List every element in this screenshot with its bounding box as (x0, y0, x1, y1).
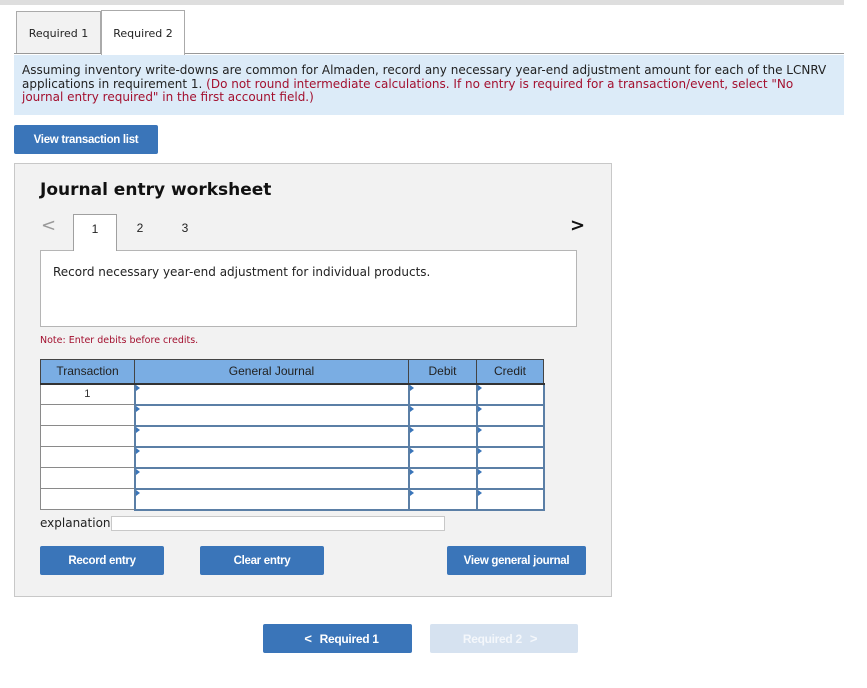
column-header-general-journal: General Journal (134, 359, 409, 385)
column-header-debit: Debit (408, 359, 477, 385)
table-row (40, 445, 545, 469)
credit-input[interactable] (475, 424, 545, 448)
account-select[interactable] (133, 445, 410, 469)
requirement-tabs: Required 1 Required 2 (14, 10, 844, 55)
worksheet-page-3[interactable]: 3 (163, 214, 207, 251)
transaction-cell (40, 446, 135, 468)
entry-description: Record necessary year-end adjustment for… (40, 250, 577, 327)
transaction-cell: 1 (40, 383, 135, 405)
chevron-right-icon: > (529, 631, 538, 646)
record-entry-button[interactable]: Record entry (40, 546, 164, 575)
debit-input[interactable] (407, 382, 478, 406)
account-select[interactable] (133, 487, 410, 511)
debit-input[interactable] (407, 466, 478, 490)
chevron-left-icon: < (304, 631, 312, 646)
next-required-2-button: Required 2 > (430, 624, 578, 653)
table-row (40, 424, 545, 448)
tab-required-1[interactable]: Required 1 (16, 11, 101, 54)
next-button-label: Required 2 (462, 631, 522, 646)
account-select[interactable] (133, 403, 410, 427)
credit-input[interactable] (475, 445, 545, 469)
journal-entry-worksheet: Journal entry worksheet < 1 2 3 > Record… (14, 163, 612, 597)
transaction-cell (40, 425, 135, 447)
prev-required-1-button[interactable]: < Required 1 (263, 624, 412, 653)
instructions-banner: Assuming inventory write-downs are commo… (14, 55, 844, 115)
chevron-left-icon[interactable]: < (41, 215, 56, 236)
explanation-label: explanation (40, 516, 111, 530)
table-row (40, 487, 545, 511)
top-bar (0, 0, 844, 5)
column-header-credit: Credit (476, 359, 544, 385)
chevron-right-icon[interactable]: > (570, 215, 585, 236)
view-transaction-list-button[interactable]: View transaction list (14, 125, 158, 154)
clear-entry-button[interactable]: Clear entry (200, 546, 324, 575)
credit-input[interactable] (475, 487, 545, 511)
worksheet-title: Journal entry worksheet (40, 180, 272, 200)
worksheet-page-1[interactable]: 1 (73, 214, 117, 251)
credit-input[interactable] (475, 382, 545, 406)
table-header-row: Transaction General Journal Debit Credit (40, 359, 544, 385)
debit-input[interactable] (407, 487, 478, 511)
account-select[interactable] (133, 424, 410, 448)
credit-input[interactable] (475, 466, 545, 490)
debit-input[interactable] (407, 445, 478, 469)
explanation-input[interactable] (111, 516, 445, 531)
debit-input[interactable] (407, 403, 478, 427)
journal-table: Transaction General Journal Debit Credit… (40, 359, 545, 511)
transaction-cell (40, 488, 135, 510)
table-row: 1 (40, 382, 545, 406)
column-header-transaction: Transaction (40, 359, 135, 385)
table-row (40, 466, 545, 490)
credit-input[interactable] (475, 403, 545, 427)
debits-note: Note: Enter debits before credits. (40, 335, 199, 346)
table-row (40, 403, 545, 427)
transaction-cell (40, 467, 135, 489)
account-select[interactable] (133, 382, 410, 406)
entry-description-text: Record necessary year-end adjustment for… (53, 265, 431, 279)
worksheet-page-2[interactable]: 2 (118, 214, 162, 251)
view-general-journal-button[interactable]: View general journal (447, 546, 586, 575)
account-select[interactable] (133, 466, 410, 490)
transaction-cell (40, 404, 135, 426)
debit-input[interactable] (407, 424, 478, 448)
tab-required-2[interactable]: Required 2 (101, 10, 185, 55)
prev-button-label: Required 1 (319, 631, 379, 646)
